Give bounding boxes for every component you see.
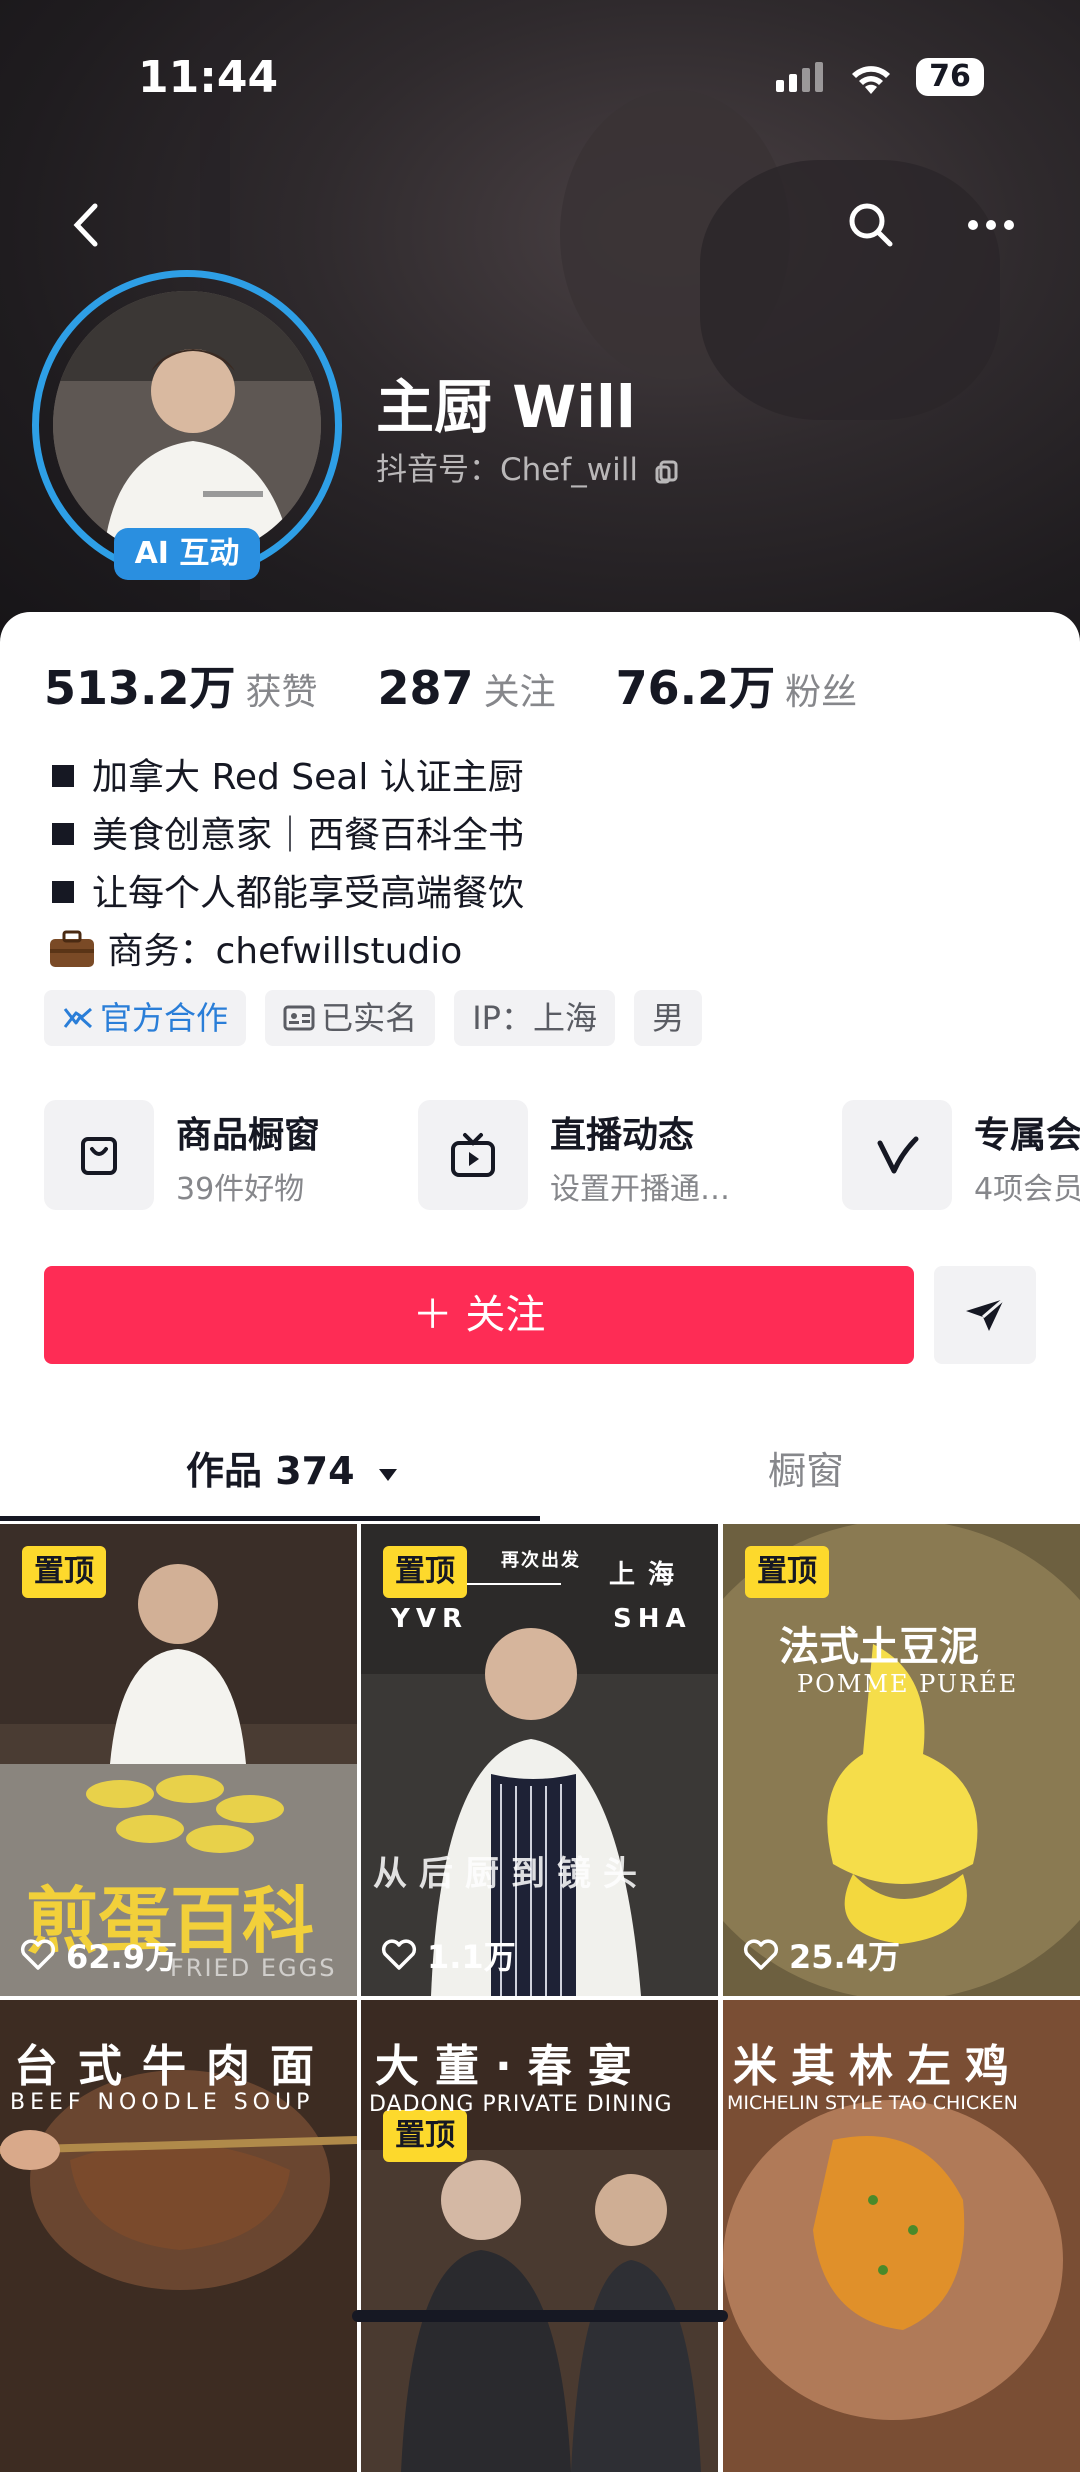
video-subtitle: FRIED EGGS	[170, 1954, 337, 1982]
status-bar: 11:44 76	[0, 0, 1080, 150]
search-button[interactable]	[836, 190, 906, 260]
stat-followers-label[interactable]: 粉丝	[785, 672, 857, 713]
video-title: 米其林左鸡	[733, 2041, 1023, 2092]
video-thumbnail[interactable]: 台式牛肉面 BEEF NOODLE SOUP	[0, 2000, 357, 2472]
service-subtitle: 4项会员	[974, 1172, 1080, 1207]
video-thumbnail[interactable]: 置顶 再次出发 上 海 YVR SHA 从后厨到镜头 1.1万	[361, 1524, 718, 1996]
send-message-button[interactable]	[934, 1266, 1036, 1364]
active-tab-indicator	[0, 1516, 540, 1521]
battery-indicator: 76	[916, 58, 984, 96]
video-subtitle: BEEF NOODLE SOUP	[10, 2090, 315, 2115]
tab-shop[interactable]: 橱窗	[768, 1440, 844, 1495]
video-subtitle: DADONG PRIVATE DINING	[369, 2092, 673, 2117]
pinned-badge: 置顶	[383, 1546, 467, 1598]
video-route-from: YVR	[391, 1604, 468, 1634]
like-count: 25.4万	[743, 1932, 900, 1978]
paper-plane-icon	[966, 1297, 1005, 1331]
douyin-id-text: 抖音号：Chef_will	[376, 452, 638, 488]
heart-icon	[381, 1939, 417, 1970]
wifi-icon	[852, 66, 890, 94]
avatar-image	[53, 291, 321, 559]
video-title: 台式牛肉面	[14, 2041, 334, 2092]
service-title: 直播动态	[550, 1115, 695, 1156]
like-count: 1.1万	[381, 1932, 516, 1978]
bio-line: 让每个人都能享受高端餐饮	[52, 864, 524, 916]
stat-following-value[interactable]: 287	[378, 661, 474, 715]
video-thumbnail[interactable]: 置顶 煎蛋百科 FRIED EGGS 62.9万	[0, 1524, 357, 1996]
tag-ip-location: IP：上海	[454, 990, 615, 1046]
video-thumbnail[interactable]: 置顶 法式土豆泥 POMME PURÉE 25.4万	[723, 1524, 1080, 1996]
video-route-cn: 上 海	[609, 1560, 677, 1590]
handshake-icon	[63, 1007, 93, 1029]
video-title: 从后厨到镜头	[373, 1854, 649, 1894]
follow-button[interactable]: ＋ 关注	[44, 1266, 914, 1364]
video-title: 大董·春宴	[375, 2041, 648, 2092]
service-subtitle: 设置开播通…	[550, 1172, 730, 1207]
tab-works[interactable]: 作品 374	[186, 1440, 400, 1495]
tag-verified[interactable]: 已实名	[265, 990, 436, 1046]
stat-followers-value[interactable]: 76.2万	[616, 661, 776, 715]
profile-tags: 官方合作 已实名 IP：上海 男	[44, 990, 716, 1046]
bio-line: 美食创意家｜西餐百科全书	[52, 806, 524, 858]
bio-line: 商务：chefwillstudio	[50, 922, 462, 974]
video-subtitle: MICHELIN STYLE TAO CHICKEN	[727, 2092, 1018, 2114]
home-indicator[interactable]	[352, 2310, 728, 2322]
id-card-icon	[283, 1005, 315, 1031]
pinned-badge: 置顶	[745, 1546, 829, 1598]
video-thumbnail[interactable]: 置顶 大董·春宴 DADONG PRIVATE DINING	[361, 2000, 718, 2472]
stat-likes-value: 513.2万	[44, 661, 236, 715]
back-button[interactable]	[52, 190, 122, 260]
douyin-id[interactable]: 抖音号：Chef_will	[376, 444, 680, 489]
video-title: 法式土豆泥	[779, 1624, 979, 1670]
tag-official-cooperation[interactable]: 官方合作	[44, 990, 247, 1046]
tag-gender: 男	[634, 990, 703, 1046]
video-overlay-text: 再次出发	[501, 1550, 581, 1571]
profile-stats: 513.2万 获赞 287 关注 76.2万 粉丝	[44, 652, 901, 718]
video-subtitle: POMME PURÉE	[797, 1670, 1019, 1698]
status-time: 11:44	[138, 52, 279, 103]
pinned-badge: 置顶	[22, 1546, 106, 1598]
service-title: 商品橱窗	[176, 1115, 321, 1156]
pinned-badge: 置顶	[383, 2110, 467, 2162]
chevron-left-icon	[73, 203, 98, 247]
bio-line: 加拿大 Red Seal 认证主厨	[52, 748, 524, 800]
v-icon	[877, 1136, 919, 1174]
copy-icon[interactable]	[654, 459, 680, 485]
cellular-signal-icon	[776, 62, 828, 92]
profile-name: 主厨 Will	[376, 373, 636, 441]
more-button[interactable]	[956, 190, 1026, 260]
ai-interaction-badge[interactable]: AI 互动	[114, 528, 260, 580]
video-thumbnail[interactable]: 米其林左鸡 MICHELIN STYLE TAO CHICKEN	[723, 2000, 1080, 2472]
more-icon	[968, 220, 1014, 230]
video-route-to: SHA	[613, 1604, 692, 1634]
tv-icon	[451, 1133, 495, 1177]
heart-icon	[20, 1939, 56, 1970]
briefcase-icon	[50, 930, 94, 967]
stat-following-label[interactable]: 关注	[484, 672, 556, 713]
service-title: 专属会	[974, 1115, 1080, 1156]
triangle-down-icon	[378, 1469, 397, 1481]
bag-icon	[81, 1137, 117, 1175]
search-icon	[849, 203, 893, 247]
stat-likes-label: 获赞	[245, 672, 318, 713]
heart-icon	[743, 1939, 779, 1970]
like-count: 62.9万	[20, 1932, 177, 1978]
service-subtitle: 39件好物	[176, 1172, 305, 1207]
